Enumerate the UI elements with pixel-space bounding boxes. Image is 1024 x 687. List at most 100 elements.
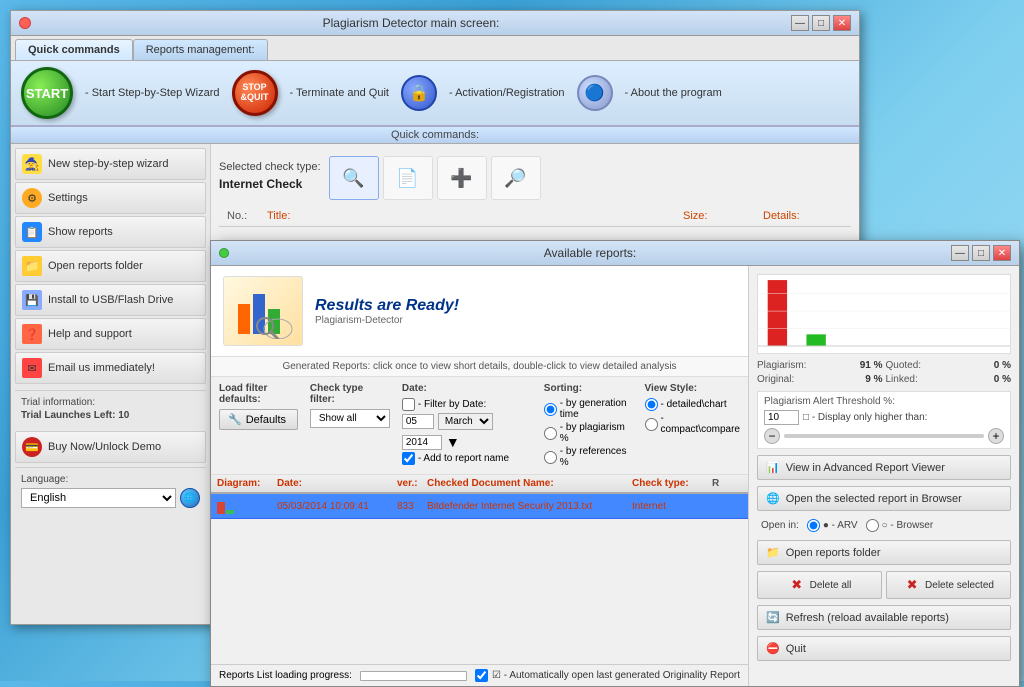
reports-dot (219, 248, 229, 258)
folder-label: Open reports folder (48, 260, 143, 272)
quoted-stat: Quoted: 0 % (886, 360, 1012, 371)
sidebar-btn-folder[interactable]: 📁 Open reports folder (15, 250, 206, 282)
date-picker-icon[interactable]: ▼ (446, 434, 460, 450)
usb-icon: 💾 (22, 290, 42, 310)
open-browser-button[interactable]: 🌐 Open the selected report in Browser (757, 486, 1011, 511)
sort-by-plagiarism-radio[interactable] (544, 427, 557, 440)
threshold-input[interactable] (764, 410, 799, 425)
window-dot[interactable] (19, 17, 31, 29)
results-logo (223, 276, 303, 346)
start-button[interactable]: START (21, 67, 73, 119)
buy-button[interactable]: 💳 Buy Now/Unlock Demo (15, 431, 206, 463)
close-button[interactable]: ✕ (833, 15, 851, 31)
tab-quick-commands[interactable]: Quick commands (15, 39, 133, 60)
sidebar-btn-wizard[interactable]: 🧙 New step-by-step wizard (15, 148, 206, 180)
open-reports-folder-button[interactable]: 📁 Open reports folder (757, 540, 1011, 565)
internet-check-icon[interactable]: 🔍 (329, 156, 379, 200)
add-to-report-item: - Add to report name (402, 452, 532, 465)
tab-bar: Quick commands Reports management: (11, 36, 859, 61)
about-icon[interactable]: 🔵 (577, 75, 613, 111)
maximize-button[interactable]: □ (812, 15, 830, 31)
add-check-icon[interactable]: ➕ (437, 156, 487, 200)
col-checktype-header: Check type: (632, 478, 712, 489)
defaults-icon: 🔧 (228, 413, 242, 426)
activation-label: - Activation/Registration (449, 87, 565, 99)
table-row[interactable]: 05/03/2014 10:09:41 833 Bitdefender Inte… (211, 494, 748, 519)
linked-label: Linked: (886, 374, 918, 385)
view-advanced-button[interactable]: 📊 View in Advanced Report Viewer (757, 455, 1011, 480)
check-type-filter-group: Check type filter: Show all (310, 383, 390, 428)
reports-minimize-button[interactable]: — (951, 245, 969, 261)
linked-value: 0 % (994, 374, 1011, 385)
open-in-label: Open in: (761, 520, 799, 531)
reports-table: Diagram: Date: ver.: Checked Document Na… (211, 475, 748, 664)
auto-open-row: ☑ - Automatically open last generated Or… (475, 669, 740, 682)
quick-commands-label: Quick commands: (11, 127, 859, 144)
trial-launches: Trial Launches Left: 10 (21, 410, 200, 421)
reports-content: Results are Ready! Plagiarism-Detector G… (211, 266, 1019, 686)
delete-selected-label: Delete selected (925, 580, 994, 591)
doc-check-icon[interactable]: 📄 (383, 156, 433, 200)
add-to-report-checkbox[interactable] (402, 452, 415, 465)
check-type-filter-select[interactable]: Show all (310, 409, 390, 428)
arv-radio[interactable] (807, 519, 820, 532)
col-docname-header: Checked Document Name: (427, 478, 632, 489)
browser-radio[interactable] (866, 519, 879, 532)
threshold-label: Plagiarism Alert Threshold %: (764, 396, 1004, 407)
detailed-chart-label: - detailed\chart (661, 399, 727, 410)
quoted-label: Quoted: (886, 360, 922, 371)
sidebar-btn-settings[interactable]: ⚙ Settings (15, 182, 206, 214)
start-step-label: - Start Step-by-Step Wizard (85, 87, 220, 99)
detailed-chart-radio[interactable] (645, 398, 658, 411)
minimize-button[interactable]: — (791, 15, 809, 31)
auto-open-checkbox[interactable] (475, 669, 488, 682)
original-label: Original: (757, 374, 794, 385)
threshold-desc: □ - Display only higher than: (803, 412, 927, 423)
reports-maximize-button[interactable]: □ (972, 245, 990, 261)
year-input[interactable] (402, 435, 442, 450)
col-diagram-header: Diagram: (217, 478, 277, 489)
col-details-header: Details: (763, 210, 843, 222)
day-input[interactable] (402, 414, 434, 429)
slider-track[interactable] (784, 434, 984, 438)
stop-button[interactable]: STOP &QUIT (232, 70, 278, 116)
col-ver-header: ver.: (397, 478, 427, 489)
defaults-button[interactable]: 🔧 Defaults (219, 409, 298, 430)
date-inputs: March ▼ (402, 413, 532, 450)
load-filter-label: Load filter defaults: (219, 383, 298, 405)
threshold-row: □ - Display only higher than: (764, 410, 1004, 425)
row-docname: Bitdefender Internet Security 2013.txt (427, 501, 632, 512)
sidebar-btn-usb[interactable]: 💾 Install to USB/Flash Drive (15, 284, 206, 316)
delete-all-button[interactable]: ✖ Delete all (757, 571, 882, 599)
col-size-header: Size: (683, 210, 763, 222)
slider-minus-button[interactable]: − (764, 428, 780, 444)
col-result-header: R (712, 478, 742, 489)
plagiarism-chart (758, 275, 1010, 353)
language-dropdown[interactable]: English (21, 488, 176, 508)
refresh-button[interactable]: 🔄 Refresh (reload available reports) (757, 605, 1011, 630)
sort-by-references-label: - by references % (560, 446, 633, 468)
filter-by-date-checkbox[interactable] (402, 398, 415, 411)
original-stat: Original: 9 % (757, 374, 883, 385)
reports-window: Available reports: — □ ✕ (210, 240, 1020, 687)
compact-compare-radio[interactable] (645, 418, 658, 431)
compare-check-icon[interactable]: 🔎 (491, 156, 541, 200)
results-subheading: Plagiarism-Detector (315, 315, 459, 326)
detailed-chart-item: - detailed\chart (645, 398, 740, 411)
defaults-label: Defaults (246, 414, 286, 426)
delete-selected-button[interactable]: ✖ Delete selected (886, 571, 1011, 599)
sidebar-btn-help[interactable]: ❓ Help and support (15, 318, 206, 350)
open-browser-label: Open the selected report in Browser (786, 493, 962, 505)
sidebar-btn-email[interactable]: ✉ Email us immediately! (15, 352, 206, 384)
slider-plus-button[interactable]: + (988, 428, 1004, 444)
sort-by-references-radio[interactable] (544, 451, 557, 464)
activation-icon[interactable]: 🔒 (401, 75, 437, 111)
sort-by-time-radio[interactable] (544, 403, 557, 416)
reports-title-bar: Available reports: — □ ✕ (211, 241, 1019, 266)
reports-close-button[interactable]: ✕ (993, 245, 1011, 261)
quit-button[interactable]: ⛔ Quit (757, 636, 1011, 661)
month-select[interactable]: March (438, 413, 493, 430)
sidebar-btn-reports[interactable]: 📋 Show reports (15, 216, 206, 248)
main-title-bar: Plagiarism Detector main screen: — □ ✕ (11, 11, 859, 36)
tab-reports-management[interactable]: Reports management: (133, 39, 268, 60)
